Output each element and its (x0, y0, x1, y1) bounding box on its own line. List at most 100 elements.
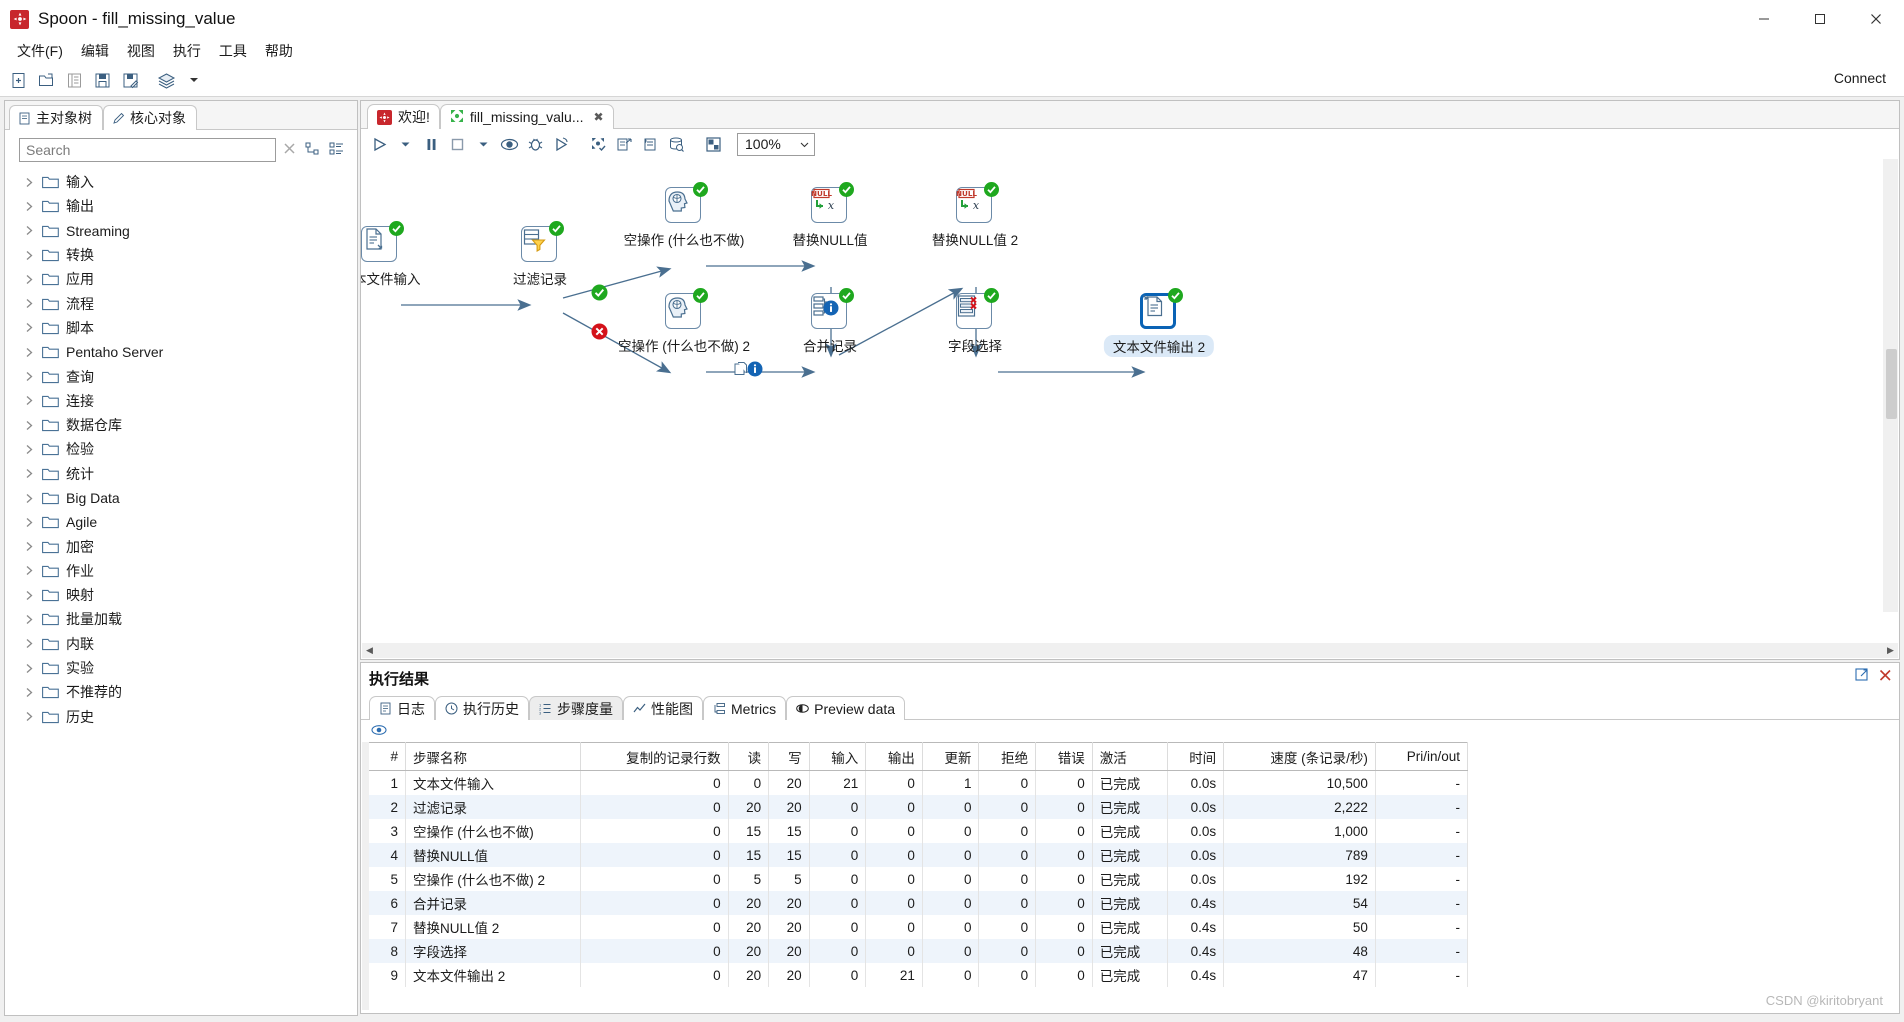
new-file-icon[interactable] (5, 67, 31, 93)
chevron-right-icon[interactable] (23, 663, 35, 674)
chevron-right-icon[interactable] (23, 225, 35, 236)
tree-item[interactable]: 输出 (5, 194, 357, 218)
tab-log[interactable]: 日志 (369, 696, 435, 720)
tab-main-object-tree[interactable]: 主对象树 (9, 105, 103, 130)
diagram-node[interactable]: 空操作 (什么也不做) 2 (665, 293, 703, 331)
tree-item[interactable]: 连接 (5, 389, 357, 413)
chevron-right-icon[interactable] (23, 444, 35, 455)
chevron-right-icon[interactable] (23, 614, 35, 625)
scroll-left-icon[interactable]: ◀ (362, 643, 377, 658)
table-row[interactable]: 3空操作 (什么也不做)0151500000已完成0.0s1,000- (369, 819, 1468, 843)
show-grid-icon[interactable] (701, 132, 726, 156)
tab-close-icon[interactable]: ✖ (594, 110, 604, 124)
stop-icon[interactable] (445, 132, 470, 156)
tree-item[interactable]: 脚本 (5, 316, 357, 340)
table-column-header[interactable]: 复制的记录行数 (581, 743, 729, 771)
run-options-caret[interactable] (393, 132, 418, 156)
diagram-node[interactable]: 字段选择 (956, 293, 994, 331)
stop-options-caret[interactable] (471, 132, 496, 156)
tree-item[interactable]: 检验 (5, 437, 357, 461)
layers-dropdown-caret[interactable] (181, 67, 207, 93)
tree-item[interactable]: 作业 (5, 559, 357, 583)
run-icon[interactable] (367, 132, 392, 156)
tab-welcome[interactable]: 欢迎! (367, 104, 440, 129)
table-column-header[interactable]: 速度 (条记录/秒) (1224, 743, 1376, 771)
tree-item[interactable]: 映射 (5, 583, 357, 607)
chevron-right-icon[interactable] (23, 250, 35, 261)
table-column-header[interactable]: Pri/in/out (1375, 743, 1467, 771)
tree-item[interactable]: 实验 (5, 656, 357, 680)
chevron-right-icon[interactable] (23, 420, 35, 431)
minimize-button[interactable] (1736, 0, 1792, 38)
tree-item[interactable]: 输入 (5, 170, 357, 194)
chevron-right-icon[interactable] (23, 638, 35, 649)
table-column-header[interactable]: 写 (769, 743, 809, 771)
table-row[interactable]: 2过滤记录0202000000已完成0.0s2,222- (369, 795, 1468, 819)
diagram-node[interactable]: NULLx替换NULL值 (811, 187, 849, 225)
zoom-level-combo[interactable]: 100% (737, 133, 815, 156)
tree-item[interactable]: 历史 (5, 705, 357, 729)
tree-item[interactable]: 不推荐的 (5, 680, 357, 704)
table-column-header[interactable]: 更新 (922, 743, 979, 771)
menu-run[interactable]: 执行 (164, 38, 210, 64)
tree-item[interactable]: Agile (5, 510, 357, 534)
layers-icon[interactable] (153, 67, 179, 93)
table-row[interactable]: 6合并记录0202000000已完成0.4s54- (369, 891, 1468, 915)
table-row[interactable]: 5空操作 (什么也不做) 205500000已完成0.0s192- (369, 867, 1468, 891)
canvas-vscroll-thumb[interactable] (1886, 349, 1897, 419)
diagram-node[interactable]: 空操作 (什么也不做) (665, 187, 703, 225)
diagram-node[interactable]: 文本文件输入 (361, 226, 399, 264)
tab-execution-history[interactable]: 执行历史 (435, 696, 529, 720)
close-icon[interactable] (282, 141, 297, 159)
chevron-right-icon[interactable] (23, 565, 35, 576)
tab-preview-data[interactable]: Preview data (786, 696, 905, 720)
save-as-icon[interactable] (117, 67, 143, 93)
chevron-right-icon[interactable] (23, 347, 35, 358)
debug-icon[interactable] (523, 132, 548, 156)
chevron-right-icon[interactable] (23, 298, 35, 309)
table-column-header[interactable]: # (369, 743, 406, 771)
chevron-right-icon[interactable] (23, 541, 35, 552)
table-column-header[interactable]: 步骤名称 (406, 743, 581, 771)
chevron-right-icon[interactable] (23, 687, 35, 698)
tab-transformation[interactable]: fill_missing_valu... ✖ (440, 104, 614, 129)
diagram-node[interactable]: 过滤记录 (521, 226, 559, 264)
tree-item[interactable]: Streaming (5, 219, 357, 243)
save-icon[interactable] (89, 67, 115, 93)
open-file-icon[interactable] (33, 67, 59, 93)
transformation-canvas[interactable]: 文本文件输入 过滤记录 空操作 (什么也不做) NULLx替换NULL值 NULLx替换… (361, 159, 1899, 627)
table-row[interactable]: 4替换NULL值0151500000已完成0.0s789- (369, 843, 1468, 867)
chevron-right-icon[interactable] (23, 517, 35, 528)
chevron-right-icon[interactable] (23, 711, 35, 722)
table-row[interactable]: 9文本文件输出 202020021000已完成0.4s47- (369, 963, 1468, 987)
menu-tools[interactable]: 工具 (210, 38, 256, 64)
tree-item[interactable]: Big Data (5, 486, 357, 510)
table-column-header[interactable]: 输入 (809, 743, 866, 771)
menu-view[interactable]: 视图 (118, 38, 164, 64)
tree-item[interactable]: 加密 (5, 534, 357, 558)
collapse-all-icon[interactable] (329, 141, 345, 160)
connect-button[interactable]: Connect (1834, 70, 1886, 86)
tab-metrics[interactable]: Metrics (703, 696, 786, 720)
canvas-horizontal-scrollbar[interactable]: ◀ ▶ (362, 643, 1898, 658)
expand-all-icon[interactable] (305, 141, 321, 160)
tree-item[interactable]: 转换 (5, 243, 357, 267)
scroll-right-icon[interactable]: ▶ (1883, 643, 1898, 658)
table-column-header[interactable]: 拒绝 (979, 743, 1036, 771)
canvas-vertical-scrollbar[interactable] (1883, 159, 1898, 612)
chevron-right-icon[interactable] (23, 590, 35, 601)
table-row[interactable]: 1文本文件输入0020210100已完成0.0s10,500- (369, 771, 1468, 796)
search-input[interactable] (19, 138, 276, 162)
tree-item[interactable]: 查询 (5, 364, 357, 388)
table-column-header[interactable]: 输出 (866, 743, 923, 771)
tree-item[interactable]: 内联 (5, 632, 357, 656)
tree-item[interactable]: 数据仓库 (5, 413, 357, 437)
diagram-node[interactable]: NULLx替换NULL值 2 (956, 187, 994, 225)
diagram-node[interactable]: 文本文件输出 2 (1140, 293, 1178, 331)
table-row[interactable]: 7替换NULL值 20202000000已完成0.4s50- (369, 915, 1468, 939)
close-panel-icon[interactable] (1878, 668, 1893, 687)
generate-sql-icon[interactable] (638, 132, 663, 156)
pause-icon[interactable] (419, 132, 444, 156)
close-button[interactable] (1848, 0, 1904, 38)
tab-performance-graph[interactable]: 性能图 (623, 696, 703, 720)
